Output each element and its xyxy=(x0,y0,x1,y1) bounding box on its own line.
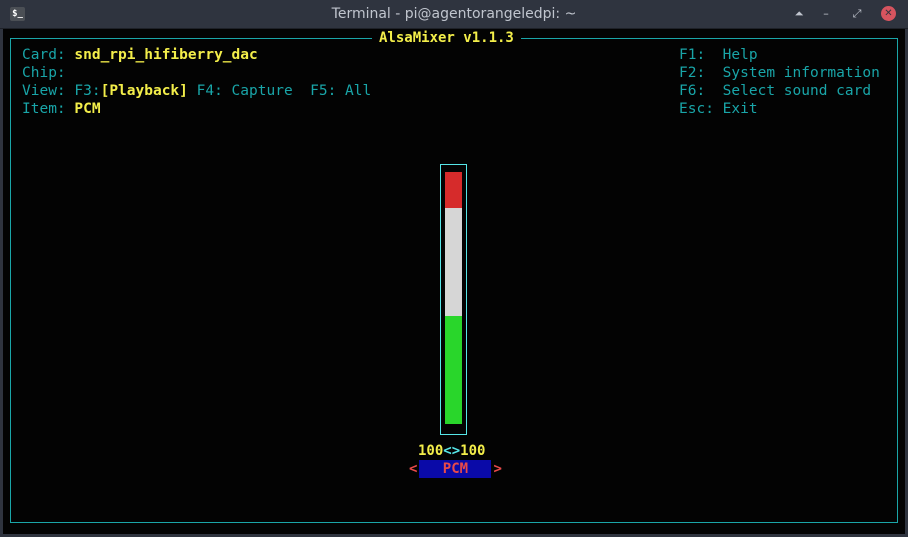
help-key: F1: xyxy=(679,47,706,63)
chip-row: Chip: xyxy=(22,64,74,82)
window-title: Terminal - pi@agentorangeledpi: ~ xyxy=(331,6,577,22)
card-row: Card: snd_rpi_hifiberry_dac xyxy=(22,46,258,64)
help-row-f6[interactable]: F6: Select sound card xyxy=(679,82,871,100)
arrow-right-icon[interactable]: > xyxy=(493,461,501,477)
help-label: Exit xyxy=(722,101,758,117)
close-button[interactable]: ✕ xyxy=(881,6,896,21)
control-name-pcm[interactable]: PCM xyxy=(419,460,492,478)
chip-label: Chip: xyxy=(22,65,66,81)
view-all-tab[interactable]: F5: All xyxy=(310,83,371,99)
item-row: Item: PCM xyxy=(22,100,101,118)
item-value: PCM xyxy=(74,101,101,117)
view-label: View: xyxy=(22,83,66,99)
card-label: Card: xyxy=(22,47,66,63)
help-label: System information xyxy=(722,65,880,81)
item-label: Item: xyxy=(22,101,66,117)
channel-separator: <> xyxy=(443,443,461,459)
control-name-row: < PCM > xyxy=(409,460,502,478)
help-key: F2: xyxy=(679,65,706,81)
card-value: snd_rpi_hifiberry_dac xyxy=(74,47,258,63)
help-key: Esc: xyxy=(679,101,714,117)
help-row-f1[interactable]: F1: Help xyxy=(679,46,758,64)
view-f3-key[interactable]: F3: xyxy=(74,83,100,99)
right-volume-value: 100 xyxy=(460,443,486,459)
window-titlebar: $_ Terminal - pi@agentorangeledpi: ~ ⏶ –… xyxy=(0,0,908,29)
view-row: View: F3:[Playback] F4: Capture F5: All xyxy=(22,82,371,100)
volume-bar-high xyxy=(445,172,462,208)
volume-bar-low xyxy=(445,316,462,424)
terminal-area[interactable]: AlsaMixer v1.1.3 Card: snd_rpi_hifiberry… xyxy=(3,29,905,534)
help-label: Select sound card xyxy=(722,83,872,99)
pcm-volume-meter[interactable] xyxy=(440,164,467,435)
volume-bar-mid xyxy=(445,208,462,316)
volume-values: 100<>100 xyxy=(418,442,485,460)
view-playback-tab[interactable]: [Playback] xyxy=(101,83,188,99)
maximize-button[interactable]: ⤢ xyxy=(850,7,864,21)
shade-button[interactable]: ⏶ xyxy=(792,7,806,21)
help-row-f2[interactable]: F2: System information xyxy=(679,64,880,82)
help-label: Help xyxy=(722,47,758,63)
view-capture-tab[interactable]: F4: Capture xyxy=(197,83,293,99)
left-volume-value: 100 xyxy=(418,443,444,459)
minimize-button[interactable]: – xyxy=(819,7,833,21)
help-key: F6: xyxy=(679,83,706,99)
alsamixer-title: AlsaMixer v1.1.3 xyxy=(372,30,521,46)
help-row-esc[interactable]: Esc: Exit xyxy=(679,100,758,118)
arrow-left-icon[interactable]: < xyxy=(409,461,417,477)
